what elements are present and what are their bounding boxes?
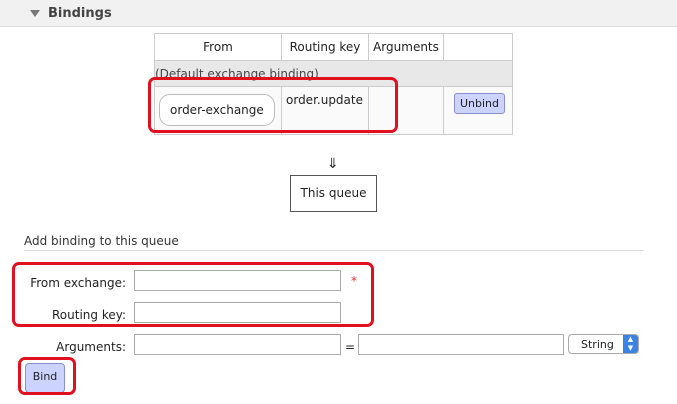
divider <box>24 250 644 251</box>
highlight-box-form <box>12 262 374 327</box>
highlight-box-bind <box>18 357 76 395</box>
col-header-from: From <box>154 33 282 61</box>
argument-type-value: String <box>581 338 614 351</box>
argument-type-select[interactable]: String ▲ ▼ <box>568 334 639 354</box>
equals-sign: = <box>345 340 356 354</box>
col-header-actions <box>443 33 513 61</box>
this-queue-box: This queue <box>290 175 377 212</box>
col-header-routing-key: Routing key <box>281 33 369 61</box>
table-header-row: From Routing key Arguments <box>154 33 513 61</box>
action-cell: Unbind <box>443 86 513 135</box>
down-arrow-icon: ⇓ <box>327 156 339 172</box>
bindings-section-header[interactable]: Bindings <box>0 0 677 27</box>
add-binding-title: Add binding to this queue <box>24 234 179 248</box>
arguments-label: Arguments: <box>56 340 126 354</box>
section-title: Bindings <box>48 6 112 21</box>
select-chevron-icon: ▲ ▼ <box>623 335 638 353</box>
argument-value-input[interactable] <box>358 334 564 355</box>
unbind-button[interactable]: Unbind <box>454 93 506 114</box>
collapse-triangle-icon[interactable] <box>30 10 40 17</box>
col-header-arguments: Arguments <box>368 33 444 61</box>
argument-key-input[interactable] <box>134 334 341 355</box>
highlight-box-binding <box>148 77 398 133</box>
